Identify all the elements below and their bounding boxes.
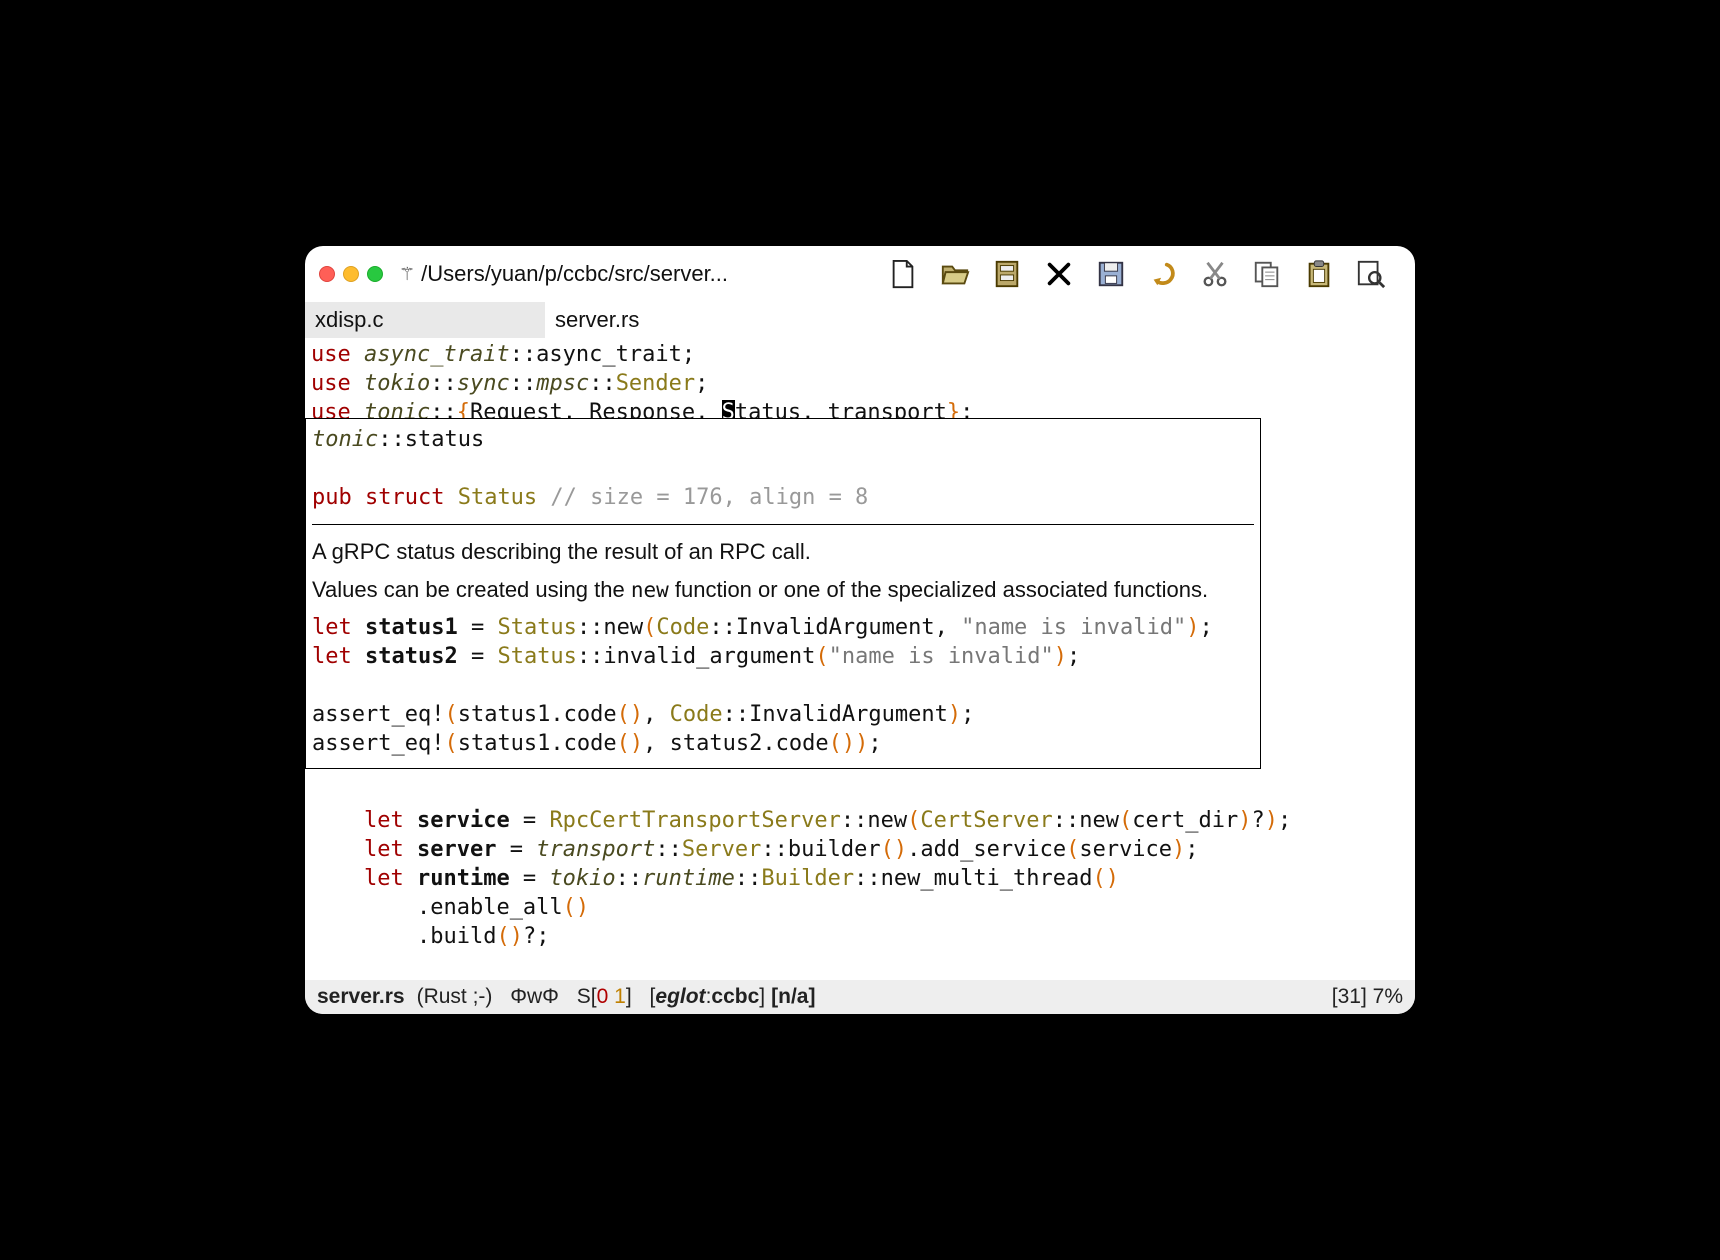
vc-icon: ⚚ xyxy=(399,264,415,285)
modeline-position: [31] 7% xyxy=(1332,985,1403,1009)
lsp-hover-popup: tonic::status pub struct Status // size … xyxy=(305,418,1261,769)
window-title-text: /Users/yuan/p/ccbc/src/server... xyxy=(421,261,728,287)
modeline-encoding: ΦwΦ xyxy=(510,985,559,1009)
popup-desc-2: Values can be created using the new func… xyxy=(312,575,1254,605)
cut-icon[interactable] xyxy=(1199,258,1231,290)
tab-bar: xdisp.c server.rs xyxy=(305,302,1415,338)
modeline-eglot: [eglot:ccbc] xyxy=(650,985,766,1009)
modeline-flycheck: S[0 1] xyxy=(577,985,632,1009)
close-icon[interactable] xyxy=(319,266,335,282)
emacs-window: ⚚ /Users/yuan/p/ccbc/src/server... xyxy=(305,246,1415,1014)
modeline: server.rs (Rust ;-) ΦwΦ S[0 1] [eglot:cc… xyxy=(305,980,1415,1014)
titlebar: ⚚ /Users/yuan/p/ccbc/src/server... xyxy=(305,246,1415,302)
popup-example: let status1 = Status::new(Code::InvalidA… xyxy=(312,613,1254,758)
tab-server[interactable]: server.rs xyxy=(545,302,785,338)
editor-area[interactable]: use async_trait::async_trait; use tokio:… xyxy=(305,338,1415,980)
tab-xdisp[interactable]: xdisp.c xyxy=(305,302,545,338)
search-icon[interactable] xyxy=(1355,258,1387,290)
zoom-icon[interactable] xyxy=(367,266,383,282)
code-below: let service = RpcCertTransportServer::ne… xyxy=(305,806,1415,951)
kill-buffer-icon[interactable] xyxy=(1043,258,1075,290)
new-file-icon[interactable] xyxy=(887,258,919,290)
window-title: ⚚ /Users/yuan/p/ccbc/src/server... xyxy=(399,261,728,287)
popup-breadcrumb: tonic::status pub struct Status // size … xyxy=(312,425,1254,512)
copy-icon[interactable] xyxy=(1251,258,1283,290)
modeline-filename: server.rs xyxy=(317,985,405,1009)
dired-icon[interactable] xyxy=(991,258,1023,290)
tab-label: server.rs xyxy=(555,307,639,333)
minimize-icon[interactable] xyxy=(343,266,359,282)
save-icon[interactable] xyxy=(1095,258,1127,290)
modeline-na: [n/a] xyxy=(771,985,815,1009)
open-folder-icon[interactable] xyxy=(939,258,971,290)
undo-icon[interactable] xyxy=(1147,258,1179,290)
paste-icon[interactable] xyxy=(1303,258,1335,290)
toolbar xyxy=(887,258,1401,290)
tab-label: xdisp.c xyxy=(315,307,383,333)
modeline-mode: (Rust ;-) xyxy=(417,985,493,1009)
popup-desc-1: A gRPC status describing the result of a… xyxy=(312,537,1254,567)
traffic-lights xyxy=(319,266,383,282)
code-top: use async_trait::async_trait; use tokio:… xyxy=(305,338,1415,427)
